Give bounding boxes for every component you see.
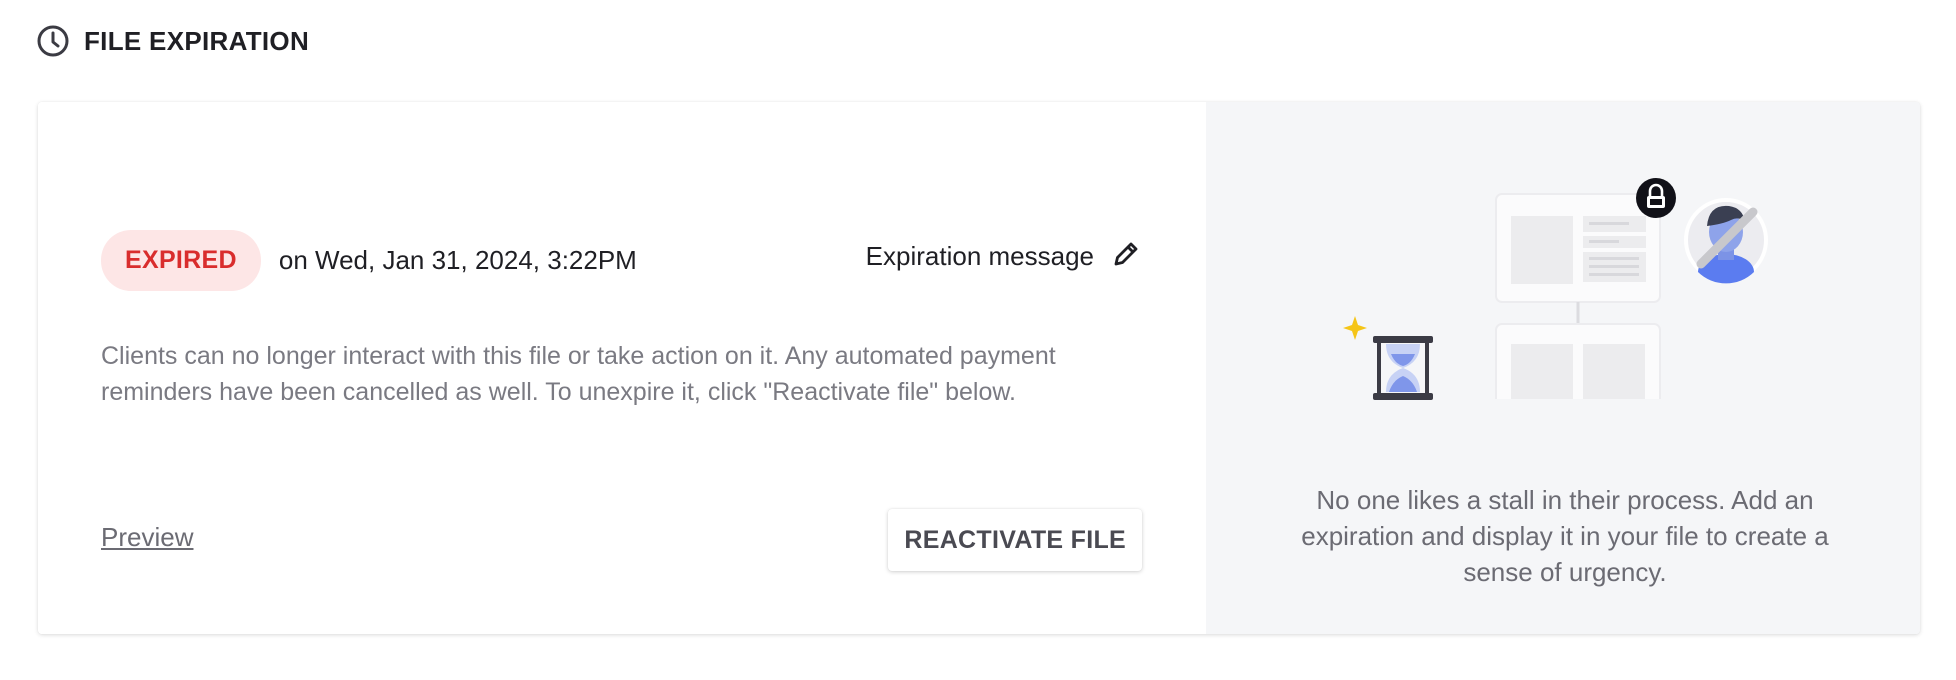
status-row: EXPIRED on Wed, Jan 31, 2024, 3:22PM [101, 230, 637, 291]
expiration-date: on Wed, Jan 31, 2024, 3:22PM [278, 245, 637, 275]
expiration-description: Clients can no longer interact with this… [101, 342, 1056, 406]
expiration-card: EXPIRED on Wed, Jan 31, 2024, 3:22PM Exp… [38, 102, 1920, 634]
reactivate-file-button[interactable]: REACTIVATE FILE [888, 509, 1142, 571]
avatar-icon [1684, 198, 1768, 284]
section-title: FILE EXPIRATION [84, 25, 310, 56]
promo-text: No one likes a stall in their process. A… [1301, 485, 1829, 587]
expiration-message-label: Expiration message [865, 241, 1094, 271]
expiration-illustration [1321, 154, 1811, 459]
lock-icon [1636, 178, 1676, 218]
expiration-details: EXPIRED on Wed, Jan 31, 2024, 3:22PM Exp… [38, 102, 1206, 634]
hourglass-icon [1373, 336, 1433, 400]
section-header: FILE EXPIRATION [36, 24, 309, 58]
status-badge: EXPIRED [101, 230, 261, 291]
expiration-message-button[interactable]: Expiration message [866, 238, 1142, 275]
clock-icon [36, 24, 70, 58]
promo-panel: No one likes a stall in their process. A… [1206, 102, 1920, 634]
document-icon [1495, 193, 1661, 303]
sparkle-icon [1343, 316, 1367, 340]
preview-link[interactable]: Preview [101, 522, 193, 553]
pencil-icon[interactable] [1110, 238, 1142, 275]
